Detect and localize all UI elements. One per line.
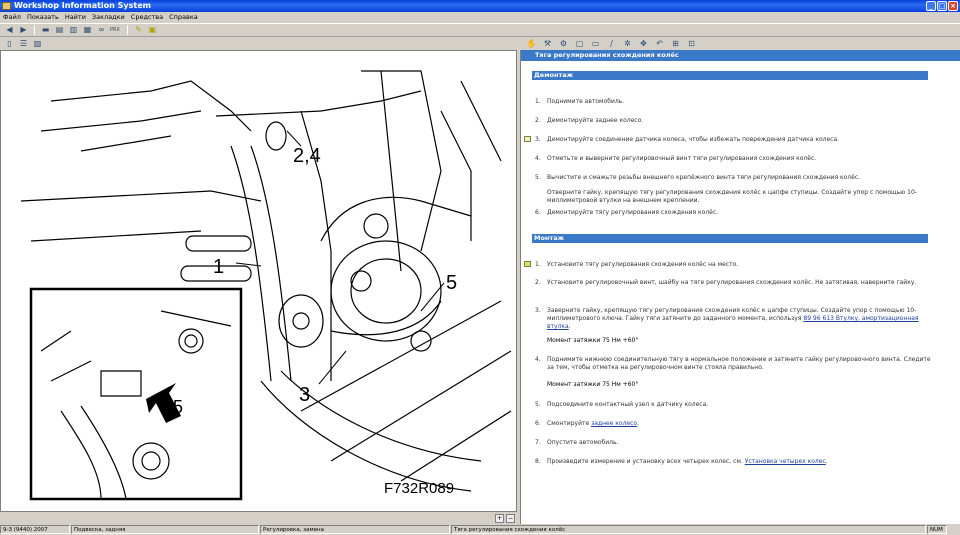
box-icon[interactable]: ▢: [574, 39, 585, 49]
pen-icon[interactable]: ∕: [606, 39, 617, 49]
title-bar: Workshop Information System _ □ ×: [0, 0, 960, 12]
section-install-heading: Монтаж: [532, 234, 928, 243]
callout-2-4: 2,4: [293, 145, 321, 167]
book-icon[interactable]: ▥: [68, 25, 79, 35]
zoom-in-icon[interactable]: +: [495, 513, 504, 523]
document-pane: Тяга регулирования схождения колёс Демон…: [520, 50, 960, 524]
status-group: Подвеска, задняя: [71, 525, 259, 534]
wrench-icon[interactable]: ⚒: [542, 39, 553, 49]
install-step-2: 2. Установите регулировочный винт, шайбу …: [535, 279, 917, 286]
move-icon[interactable]: ✥: [638, 39, 649, 49]
status-operation: Регулировка, замена: [260, 525, 450, 534]
gear-icon[interactable]: ✲: [622, 39, 633, 49]
undo-icon[interactable]: ↶: [654, 39, 665, 49]
install-step-1: 1. Установите тягу регулирования схождени…: [535, 261, 739, 268]
close-button[interactable]: ×: [948, 1, 958, 11]
callout-1: 1: [213, 256, 224, 278]
hand-icon[interactable]: ✋: [526, 39, 537, 49]
install-step-8: 8. Произведите измерение и установку всех…: [535, 458, 828, 465]
menu-file[interactable]: Файл: [3, 12, 21, 23]
prx-button[interactable]: PRX: [110, 25, 122, 35]
removal-step-4: 4. Отметьте и выверните регулировочный ви…: [535, 155, 817, 162]
app-window: Workshop Information System _ □ × Файл П…: [0, 0, 960, 535]
install-step-4: 4. Поднимите нижнюю соединительную тягу в…: [535, 356, 931, 371]
text-icon[interactable]: ▭: [590, 39, 601, 49]
install-step-7: 7. Опустите автомобиль.: [535, 439, 619, 446]
inset-detail-frame: [29, 287, 243, 501]
menu-bar: Файл Показать Найти Закладки Средства Сп…: [0, 12, 960, 23]
status-document: Тяга регулирования схождения колёс: [451, 525, 926, 534]
status-num-lock: NUM: [927, 525, 947, 534]
illustration-pane: 2,4 1 5 3 5 F732R089: [0, 50, 517, 512]
torque-spec-1: Момент затяжки 75 Нм +60°: [547, 337, 639, 344]
note-icon[interactable]: ▣: [147, 25, 158, 35]
removal-step-3: 3. Демонтируйте соединение датчика колеса…: [535, 136, 840, 143]
removal-step-5: 5. Вычистите и смажьте резьбы внешнего кр…: [535, 174, 861, 181]
warning-marker-icon[interactable]: [524, 261, 531, 267]
list-icon[interactable]: ☰: [18, 39, 29, 49]
export-icon[interactable]: ⊡: [686, 39, 697, 49]
figure-code: F732R089: [384, 480, 454, 497]
callout-5: 5: [446, 272, 457, 294]
removal-step-2: 2. Демонтируйте заднее колесо.: [535, 117, 644, 124]
suspension-illustration: 2,4 1 5 3 5 F732R089: [20, 70, 512, 501]
parts-icon[interactable]: ⚙: [558, 39, 569, 49]
menu-find[interactable]: Найти: [65, 12, 86, 23]
install-step-5: 5. Подсоедините контактный узел к датчику…: [535, 401, 709, 408]
inset-callout-5: 5: [173, 397, 183, 417]
rear-wheel-link[interactable]: заднее колесо: [591, 420, 637, 427]
torque-spec-2: Момент затяжки 75 Нм +60°: [547, 381, 639, 388]
menu-tools[interactable]: Средства: [131, 12, 163, 23]
install-step-3: 3. Заверните гайку, крепящую тягу регулир…: [535, 307, 919, 330]
print-icon[interactable]: ▤: [54, 25, 65, 35]
zoom-bar: + −: [0, 512, 517, 524]
forward-icon[interactable]: ▶: [18, 25, 29, 35]
install-step-6: 6. Смонтируйте заднее колесо.: [535, 420, 640, 427]
menu-bookmarks[interactable]: Закладки: [92, 12, 125, 23]
app-icon: [2, 2, 11, 10]
search-doc-icon[interactable]: ▦: [82, 25, 93, 35]
removal-step-6: 6. Демонтируйте тягу регулирования схожде…: [535, 209, 719, 216]
section-removal-heading: Демонтаж: [532, 71, 928, 80]
pencil-icon[interactable]: ✎: [133, 25, 144, 35]
secondary-toolbar: ▯ ☰ ▨ ✋ ⚒ ⚙ ▢ ▭ ∕ ✲ ✥ ↶ ⊞ ⊡: [0, 37, 960, 50]
menu-view[interactable]: Показать: [27, 12, 59, 23]
document-title: Тяга регулирования схождения колёс: [521, 50, 960, 61]
status-model: 9-3 (9440) 2007: [0, 525, 70, 534]
binoculars-icon[interactable]: ∞: [96, 25, 107, 35]
page-icon[interactable]: ▯: [4, 39, 15, 49]
image-icon[interactable]: ▨: [32, 39, 43, 49]
note-marker-icon[interactable]: [524, 136, 531, 142]
callout-3: 3: [299, 384, 310, 406]
four-wheel-alignment-link[interactable]: Установка четырех колес: [745, 458, 826, 465]
status-bar: 9-3 (9440) 2007 Подвеска, задняя Регулир…: [0, 524, 960, 535]
main-toolbar: ◀ ▶ ▬ ▤ ▥ ▦ ∞ PRX ✎ ▣: [0, 23, 960, 37]
minimize-button[interactable]: _: [926, 1, 936, 11]
menu-help[interactable]: Справка: [169, 12, 198, 23]
maximize-button[interactable]: □: [937, 1, 947, 11]
table-icon[interactable]: ⊞: [670, 39, 681, 49]
back-icon[interactable]: ◀: [4, 25, 15, 35]
window-title: Workshop Information System: [14, 1, 151, 10]
removal-step-5-note: Отверните гайку, крепящую тягу регулиров…: [547, 189, 917, 204]
removal-step-1: 1. Поднимите автомобиль.: [535, 98, 625, 105]
car-icon[interactable]: ▬: [40, 25, 51, 35]
zoom-out-icon[interactable]: −: [506, 513, 515, 523]
